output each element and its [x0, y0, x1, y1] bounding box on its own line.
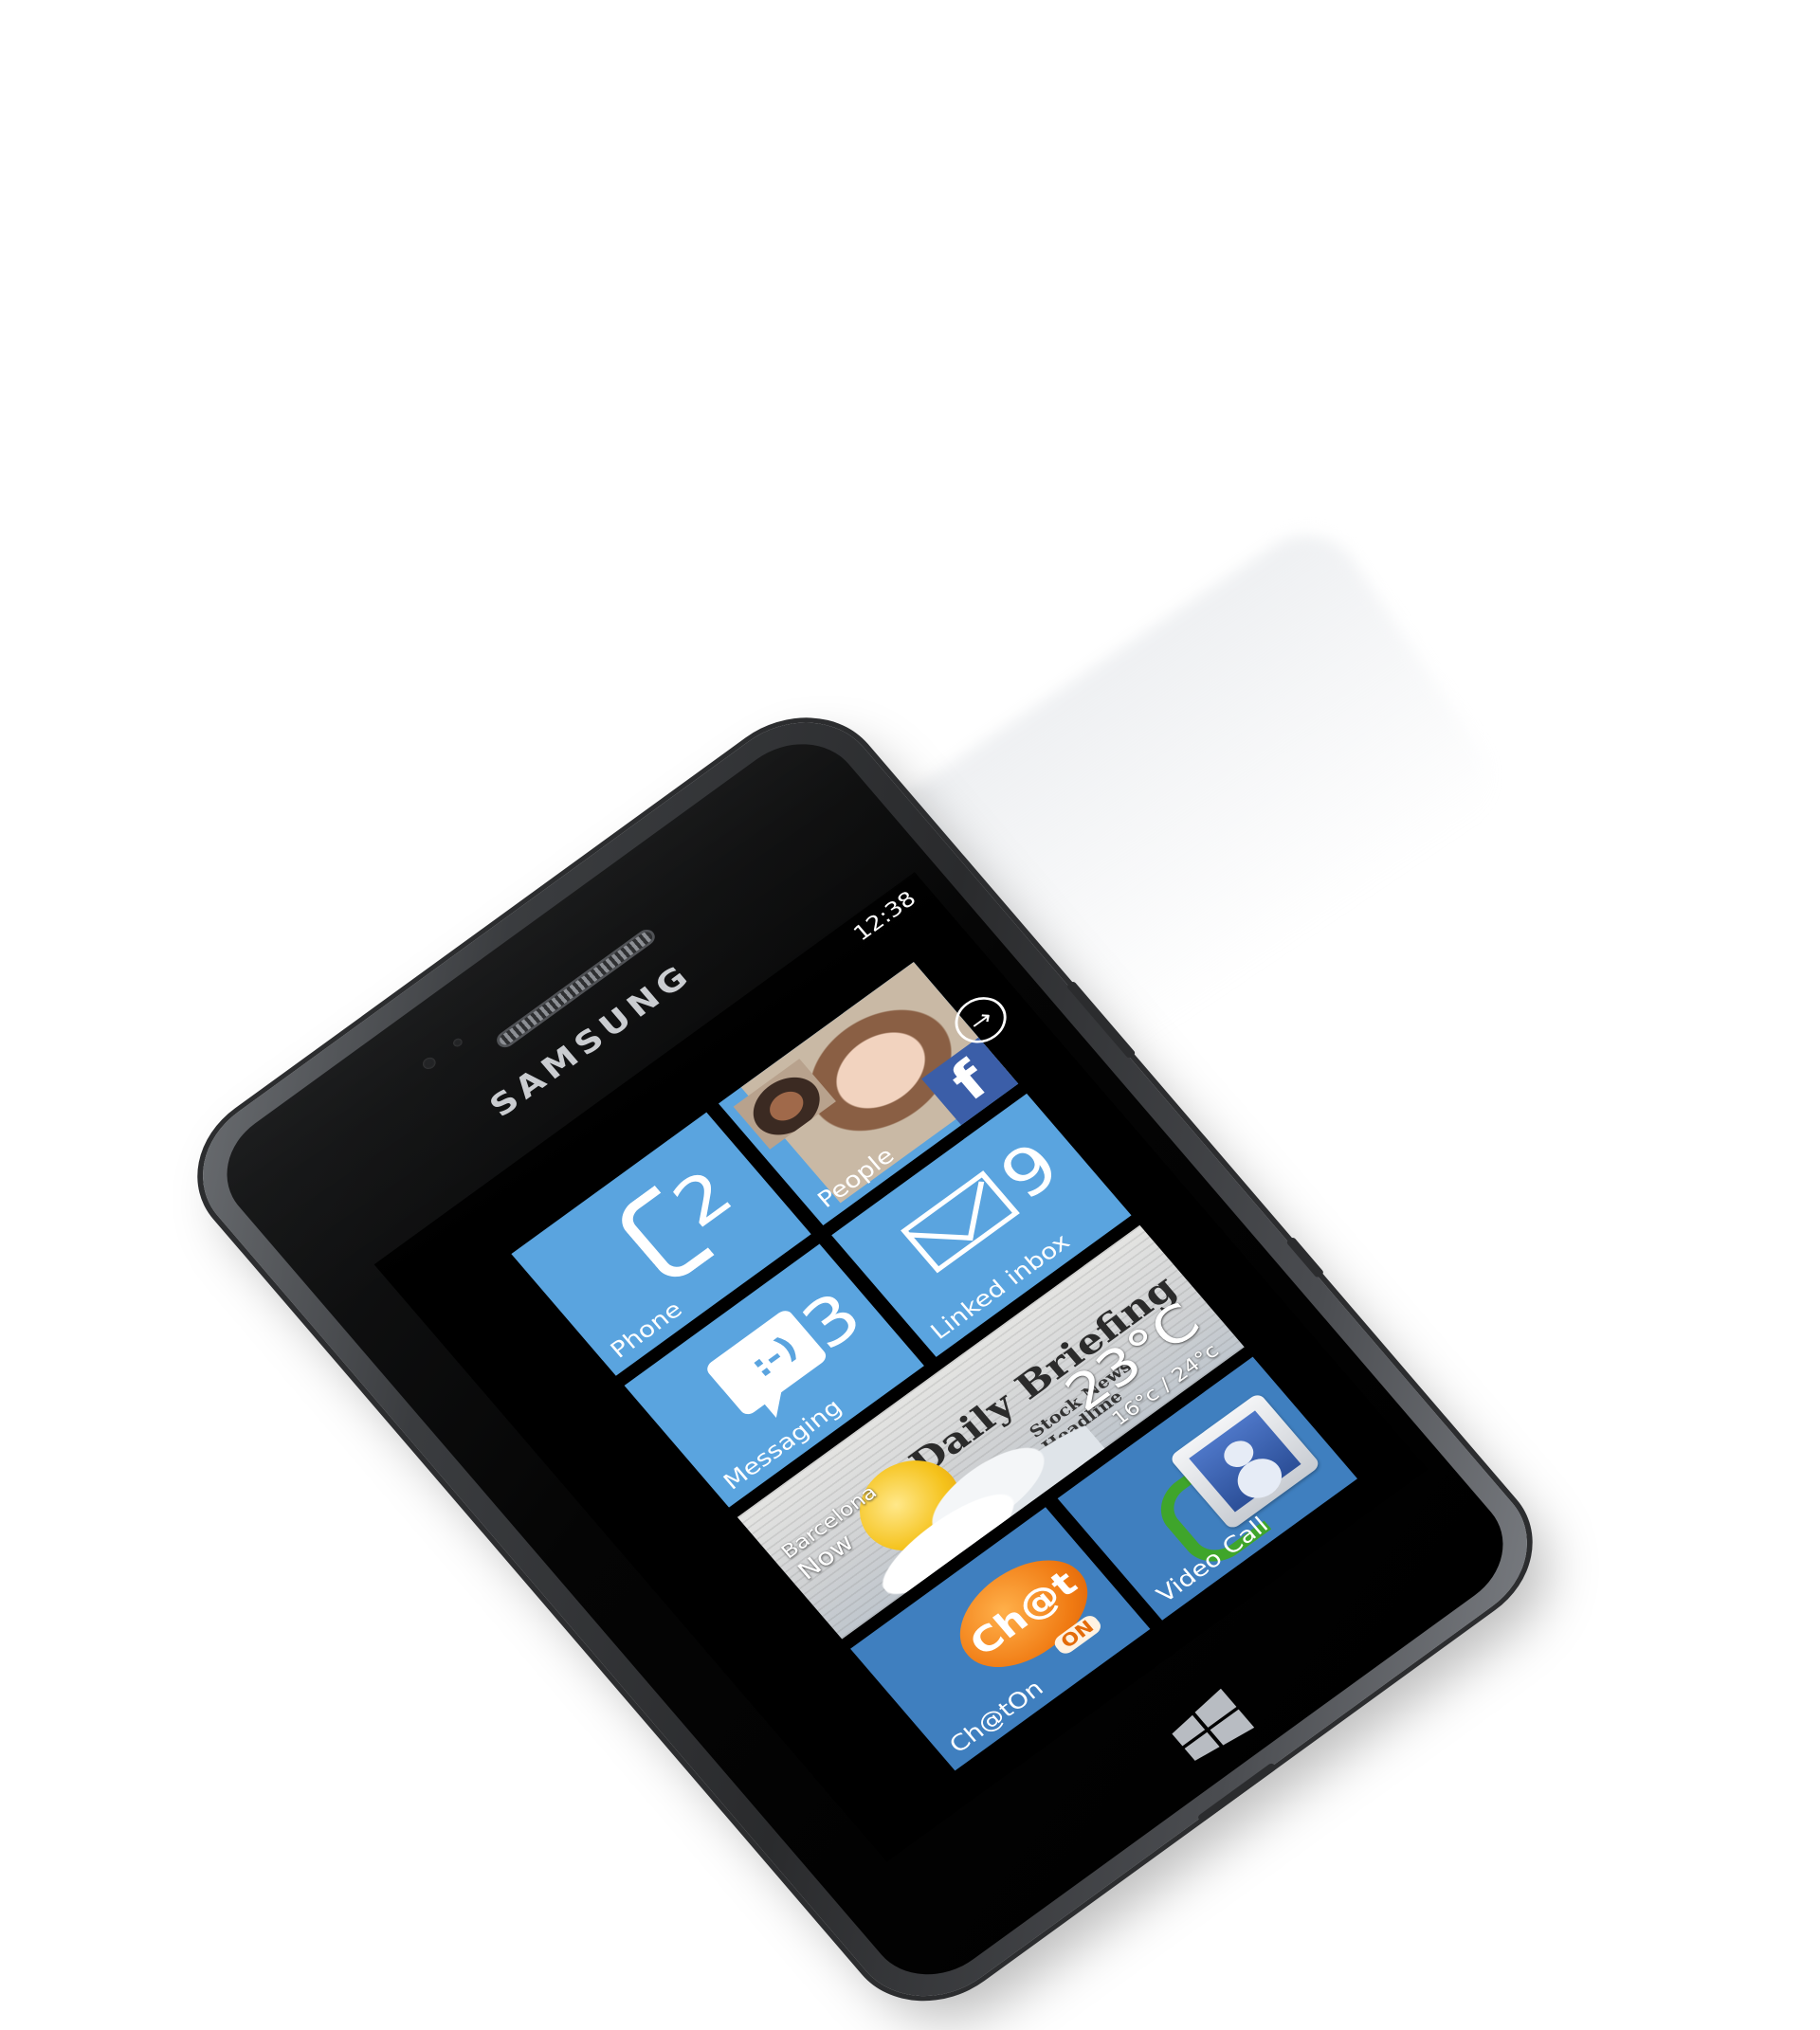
tile-chaton-label: Ch@tOn: [943, 1675, 1049, 1759]
status-time: 12:38: [848, 886, 921, 947]
contact-silhouette-icon: [1218, 1435, 1260, 1473]
proximity-sensor: [420, 1055, 439, 1072]
chaton-logo-icon: Ch@t: [937, 1538, 1109, 1688]
smiley-face: :-): [743, 1329, 806, 1386]
product-shot: SAMSUNG 12:38 2 Phone f People:-) 3 Mes…: [0, 0, 1820, 2027]
envelope-icon: [901, 1170, 1020, 1274]
windows-start-icon[interactable]: [1164, 1686, 1258, 1768]
contact-card-photo: [1189, 1410, 1301, 1513]
front-camera: [451, 1036, 464, 1049]
